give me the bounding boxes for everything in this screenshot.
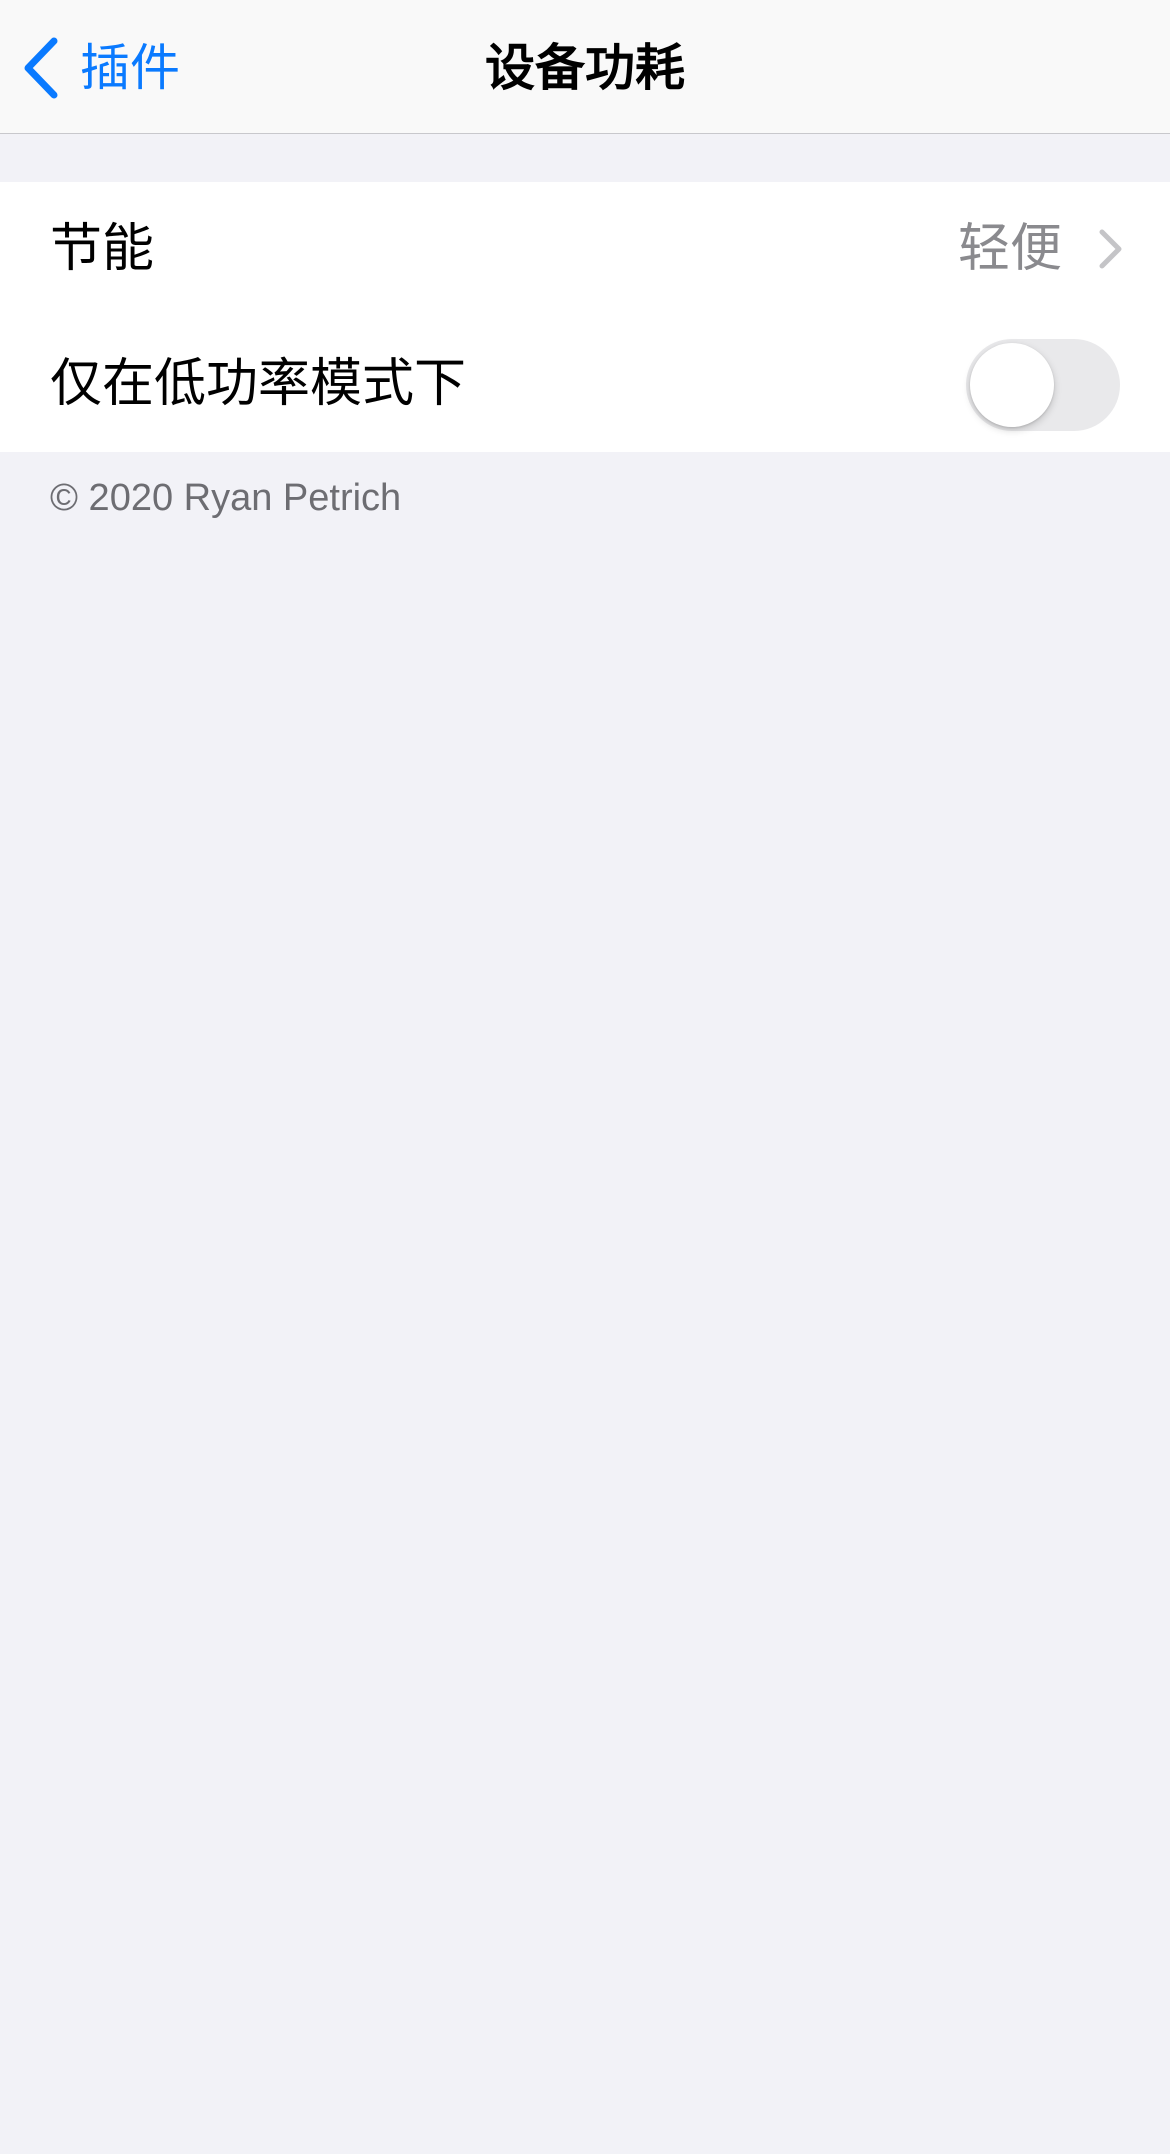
setting-row-low-power-only: 仅在低功率模式下 [0, 317, 1170, 452]
copyright-footer: © 2020 Ryan Petrich [50, 477, 402, 519]
navigation-bar: 插件 设备功耗 [0, 0, 1170, 134]
chevron-right-icon [1099, 229, 1122, 269]
setting-label-low-power-only: 仅在低功率模式下 [50, 354, 467, 414]
settings-group: 节能 轻便 仅在低功率模式下 [0, 182, 1170, 452]
setting-row-power-saving[interactable]: 节能 轻便 [0, 182, 1170, 317]
toggle-knob [970, 343, 1054, 427]
setting-value-power-saving: 轻便 [957, 219, 1062, 279]
page-title: 设备功耗 [485, 39, 685, 97]
setting-label-power-saving: 节能 [50, 219, 155, 279]
low-power-only-toggle[interactable] [966, 339, 1120, 431]
